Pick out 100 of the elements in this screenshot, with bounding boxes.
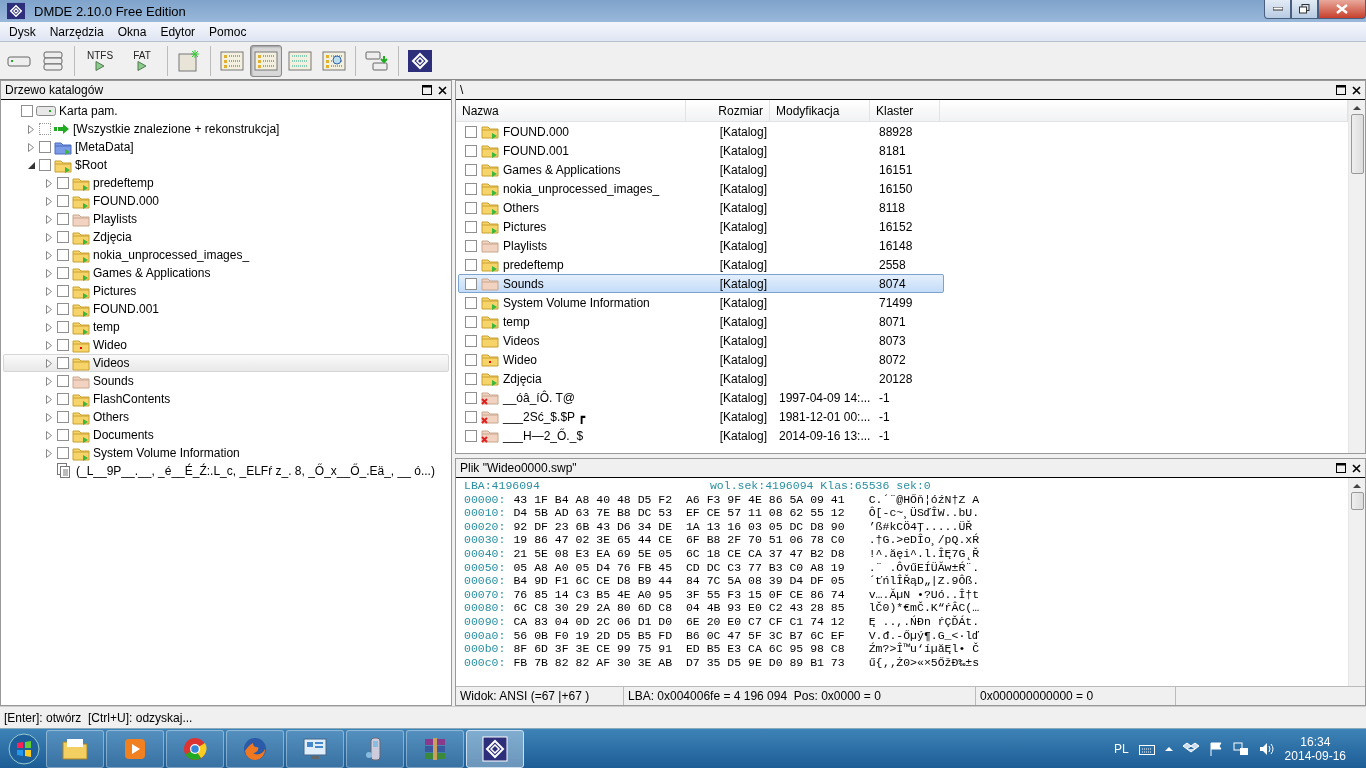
- tree-item[interactable]: Others: [93, 410, 129, 424]
- scroll-thumb[interactable]: [1350, 114, 1364, 174]
- checkbox[interactable]: [39, 123, 51, 135]
- tree-item[interactable]: Videos: [93, 356, 130, 370]
- tree-item[interactable]: (_L__9P__.__, _é__É_Ź:.L_c, _ELFŕ z_. 8, _Ő_x__Ő_.Eä_, __ ó...): [76, 464, 435, 478]
- maximize-icon[interactable]: [422, 85, 432, 95]
- checkbox[interactable]: [57, 249, 69, 261]
- checkbox[interactable]: [465, 353, 477, 366]
- scroll-up-icon[interactable]: [1353, 483, 1361, 489]
- scrollbar[interactable]: [1348, 478, 1365, 686]
- checkbox[interactable]: [39, 141, 51, 153]
- selected-row[interactable]: Sounds [Katalog] 8074: [458, 274, 944, 293]
- checkbox[interactable]: [465, 410, 477, 423]
- expand-arrow-icon[interactable]: [46, 304, 52, 314]
- checkbox[interactable]: [465, 258, 477, 271]
- expand-arrow-icon[interactable]: [46, 358, 52, 368]
- checkbox[interactable]: [465, 296, 477, 309]
- checkbox[interactable]: [57, 213, 69, 225]
- tree-item[interactable]: FOUND.000: [93, 194, 160, 208]
- checkbox[interactable]: [57, 267, 69, 279]
- checkbox[interactable]: [57, 303, 69, 315]
- expand-arrow-icon[interactable]: [46, 196, 52, 206]
- tree-item[interactable]: $Root: [75, 158, 108, 172]
- tree-item[interactable]: FOUND.001: [93, 302, 160, 316]
- tree-item[interactable]: nokia_unprocessed_images_: [93, 248, 250, 262]
- network-icon[interactable]: [1232, 741, 1249, 756]
- expand-arrow-icon[interactable]: [46, 430, 52, 440]
- checkbox[interactable]: [465, 201, 477, 214]
- close-button[interactable]: [1318, 0, 1366, 19]
- checkbox[interactable]: [465, 220, 477, 233]
- checkbox[interactable]: [465, 125, 477, 138]
- checkbox[interactable]: [465, 391, 477, 404]
- checkbox[interactable]: [465, 163, 477, 176]
- keyboard-icon[interactable]: [1138, 742, 1155, 755]
- checkbox[interactable]: [57, 339, 69, 351]
- language-indicator[interactable]: PL: [1113, 741, 1129, 756]
- column-header[interactable]: Rozmiar: [686, 100, 770, 122]
- tree-item[interactable]: Wideo: [93, 338, 127, 352]
- highlighted-tree-row[interactable]: Videos: [3, 354, 449, 372]
- toolbar-button[interactable]: FAT: [122, 44, 162, 77]
- taskbar-button[interactable]: [466, 729, 524, 768]
- checkbox[interactable]: [465, 277, 477, 290]
- checkbox[interactable]: [39, 159, 51, 171]
- checkbox[interactable]: [57, 285, 69, 297]
- menu-item[interactable]: Narzędzia: [42, 24, 111, 39]
- tree-item[interactable]: Documents: [93, 428, 154, 442]
- checkbox[interactable]: [465, 182, 477, 195]
- checkbox[interactable]: [21, 105, 33, 117]
- menu-item[interactable]: Dysk: [2, 24, 43, 39]
- scrollbar[interactable]: [1348, 100, 1365, 453]
- maximize-icon[interactable]: [1336, 463, 1346, 473]
- column-header[interactable]: Nazwa: [456, 100, 686, 122]
- tree-item[interactable]: Pictures: [93, 284, 137, 298]
- expand-arrow-icon[interactable]: [46, 214, 52, 224]
- expand-arrow-icon[interactable]: [46, 250, 52, 260]
- expand-arrow-icon[interactable]: [46, 394, 52, 404]
- checkbox[interactable]: [57, 321, 69, 333]
- checkbox[interactable]: [465, 372, 477, 385]
- tree-item[interactable]: [Wszystkie znalezione + rekonstrukcja]: [73, 122, 280, 136]
- checkbox[interactable]: [57, 357, 69, 369]
- collapse-arrow-icon[interactable]: [27, 161, 35, 169]
- column-header[interactable]: Modyfikacja: [770, 100, 870, 122]
- tree-item[interactable]: Playlists: [93, 212, 137, 226]
- tree-item[interactable]: Sounds: [93, 374, 134, 388]
- expand-arrow-icon[interactable]: [46, 412, 52, 422]
- checkbox[interactable]: [57, 447, 69, 459]
- expand-arrow-icon[interactable]: [46, 448, 52, 458]
- close-icon[interactable]: [1352, 463, 1361, 473]
- checkbox[interactable]: [57, 177, 69, 189]
- checkbox[interactable]: [465, 315, 477, 328]
- tree-item[interactable]: System Volume Information: [93, 446, 240, 460]
- checkbox[interactable]: [465, 239, 477, 252]
- close-icon[interactable]: [1352, 85, 1361, 95]
- checkbox[interactable]: [57, 429, 69, 441]
- expand-arrow-icon[interactable]: [46, 178, 52, 188]
- tree-item[interactable]: [MetaData]: [75, 140, 134, 154]
- expand-arrow-icon[interactable]: [28, 142, 34, 152]
- tree-item[interactable]: temp: [93, 320, 120, 334]
- menu-item[interactable]: Pomoc: [202, 24, 254, 39]
- caret-icon[interactable]: [1164, 746, 1173, 751]
- expand-arrow-icon[interactable]: [46, 340, 52, 350]
- flag-icon[interactable]: [1208, 741, 1223, 756]
- toolbar-button[interactable]: NTFS: [80, 44, 120, 77]
- tree-item[interactable]: Games & Applications: [93, 266, 211, 280]
- checkbox[interactable]: [57, 375, 69, 387]
- expand-arrow-icon[interactable]: [46, 268, 52, 278]
- checkbox[interactable]: [57, 393, 69, 405]
- checkbox[interactable]: [57, 195, 69, 207]
- tree-item[interactable]: Karta pam.: [59, 104, 118, 118]
- expand-arrow-icon[interactable]: [46, 376, 52, 386]
- close-icon[interactable]: [438, 85, 447, 95]
- tree-item[interactable]: predeftemp: [93, 176, 154, 190]
- checkbox[interactable]: [465, 429, 477, 442]
- minimize-button[interactable]: [1264, 0, 1291, 19]
- checkbox[interactable]: [465, 334, 477, 347]
- volume-icon[interactable]: [1258, 741, 1275, 756]
- scroll-up-icon[interactable]: [1353, 105, 1361, 111]
- column-header[interactable]: Klaster: [870, 100, 940, 122]
- menu-item[interactable]: Edytor: [153, 24, 203, 39]
- menu-item[interactable]: Okna: [110, 24, 154, 39]
